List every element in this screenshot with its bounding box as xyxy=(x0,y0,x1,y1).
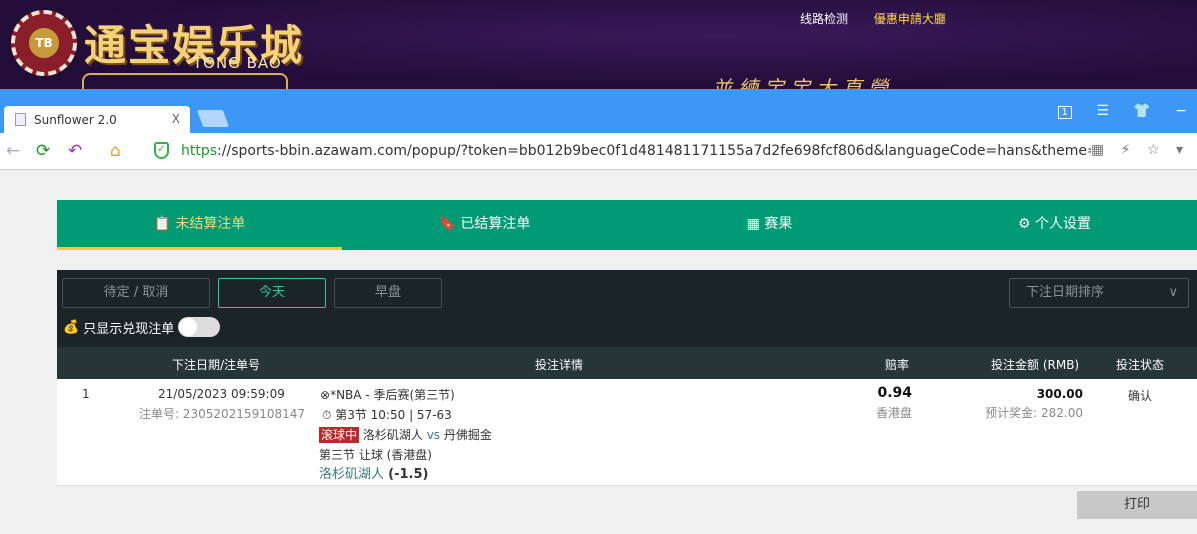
basketball-icon: ⊗ xyxy=(320,388,331,402)
league: *NBA - 季后赛(第三节) xyxy=(330,388,455,402)
market: 第三节 让球 (香港盘) xyxy=(319,448,432,462)
close-tab-icon[interactable]: X xyxy=(172,112,180,126)
tab-settled[interactable]: 🔖 已结算注单 xyxy=(342,200,627,250)
logo-chip: TB xyxy=(11,10,77,76)
tab-results[interactable]: ▦ 赛果 xyxy=(627,200,912,250)
lightning-icon[interactable]: ⚡ xyxy=(1121,142,1131,158)
odds-type: 香港盘 xyxy=(875,406,912,420)
settled-icon: 🔖 xyxy=(438,216,456,232)
filter-panel: 待定 / 取消 今天 早盘 下注日期排序 ∨ 💰 只显示兑现注单 xyxy=(57,270,1197,347)
menu-icon[interactable]: ☰ xyxy=(1096,103,1109,119)
logo-badge: TB xyxy=(29,28,59,58)
game-clock: 第3节 10:50 xyxy=(335,408,406,422)
scoreboard-icon: ▦ xyxy=(746,216,760,232)
browser-tab[interactable]: Sunflower 2.0 X xyxy=(4,106,190,133)
table-header: 下注日期/注单号 投注详情 赔率 投注金额 (RMB) 投注状态 xyxy=(57,347,1197,379)
tab-label: 已结算注单 xyxy=(460,216,531,232)
ticket-number: 注单号: 2305202159108147 xyxy=(139,407,306,421)
home-team: 洛杉矶湖人 xyxy=(362,428,423,442)
new-tab-button[interactable] xyxy=(196,110,230,127)
vs-label: vs xyxy=(426,428,441,442)
stopwatch-icon: ⏱ xyxy=(322,408,332,422)
print-button[interactable]: 打印 xyxy=(1077,491,1197,519)
url-input[interactable]: https://sports-bbin.azawam.com/popup/?to… xyxy=(181,143,1091,159)
tab-label: 个人设置 xyxy=(1035,216,1091,232)
window-count-icon[interactable]: 1 xyxy=(1057,106,1072,119)
page-icon xyxy=(15,113,26,126)
tab-label: 赛果 xyxy=(764,216,793,232)
logo-frame xyxy=(82,73,288,89)
estimated-payout: 预计奖金: 282.00 xyxy=(985,406,1083,420)
col-date: 下注日期/注单号 xyxy=(172,358,261,372)
handicap: (-1.5) xyxy=(388,467,429,482)
col-odds: 赔率 xyxy=(885,358,910,372)
logo-subtext: TONG BAO xyxy=(193,54,282,72)
odds-value: 0.94 xyxy=(877,385,912,401)
ledger-icon: 📋 xyxy=(153,216,171,232)
stake-amount: 300.00 xyxy=(1036,387,1083,401)
cashout-only-label: 只显示兑现注单 xyxy=(83,321,175,337)
slogan: 並練宝宝大直營 xyxy=(712,76,894,89)
site-banner: TB 通宝娱乐城 TONG BAO 线路检测 優惠申請大廳 並練宝宝大直營 xyxy=(0,0,1197,89)
star-icon[interactable]: ☆ xyxy=(1147,142,1160,158)
line-check-link[interactable]: 线路检测 xyxy=(800,12,848,26)
address-bar: ← ⟳ ↶ ⌂ ✓ https://sports-bbin.azawam.com… xyxy=(0,133,1197,170)
sort-select[interactable]: 下注日期排序 ∨ xyxy=(1009,278,1189,308)
main-nav: 📋 未结算注单 🔖 已结算注单 ▦ 赛果 ⚙ 个人设置 xyxy=(57,200,1197,250)
promo-link[interactable]: 優惠申請大廳 xyxy=(874,12,946,26)
secure-shield-icon: ✓ xyxy=(154,142,169,159)
filter-early-button[interactable]: 早盘 xyxy=(334,278,442,308)
home-icon[interactable]: ⌂ xyxy=(110,141,121,161)
col-status: 投注状态 xyxy=(1116,358,1165,372)
undo-icon[interactable]: ↶ xyxy=(68,141,82,161)
back-icon[interactable]: ← xyxy=(6,141,20,161)
live-badge: 滚球中 xyxy=(319,427,360,443)
cashout-only-toggle[interactable] xyxy=(178,317,221,337)
dropdown-icon[interactable]: ▾ xyxy=(1176,142,1183,158)
url-path: ://sports-bbin.azawam.com/popup/?token=b… xyxy=(217,143,1091,159)
bet-datetime: 21/05/2023 09:59:09 xyxy=(158,387,285,401)
qr-icon[interactable]: ▦ xyxy=(1091,142,1104,158)
selection: 洛杉矶湖人 xyxy=(319,467,385,482)
bet-status: 确认 xyxy=(1128,389,1153,403)
browser-tab-bar: Sunflower 2.0 X 1 ☰ 👕 − xyxy=(0,89,1197,133)
row-index: 1 xyxy=(82,387,90,401)
sort-value: 下注日期排序 xyxy=(1026,285,1105,300)
tab-unsettled[interactable]: 📋 未结算注单 xyxy=(57,200,342,250)
url-scheme: https xyxy=(181,143,218,159)
money-bag-icon: 💰 xyxy=(63,319,80,335)
tab-label: 未结算注单 xyxy=(175,216,246,232)
chevron-down-icon: ∨ xyxy=(1168,285,1178,300)
score: 57-63 xyxy=(416,408,452,422)
minimize-icon[interactable]: − xyxy=(1175,103,1187,119)
away-team: 丹佛掘金 xyxy=(443,428,492,442)
col-details: 投注详情 xyxy=(535,358,584,372)
table-row: 1 21/05/2023 09:59:09 注单号: 2305202159108… xyxy=(57,379,1197,486)
filter-pending-button[interactable]: 待定 / 取消 xyxy=(62,278,210,308)
filter-today-button[interactable]: 今天 xyxy=(218,278,326,308)
reload-icon[interactable]: ⟳ xyxy=(36,141,50,161)
tab-title: Sunflower 2.0 xyxy=(34,113,117,127)
col-amount: 投注金额 (RMB) xyxy=(991,358,1080,372)
gear-icon: ⚙ xyxy=(1017,216,1031,232)
skin-icon[interactable]: 👕 xyxy=(1133,103,1150,119)
tab-settings[interactable]: ⚙ 个人设置 xyxy=(912,200,1197,250)
